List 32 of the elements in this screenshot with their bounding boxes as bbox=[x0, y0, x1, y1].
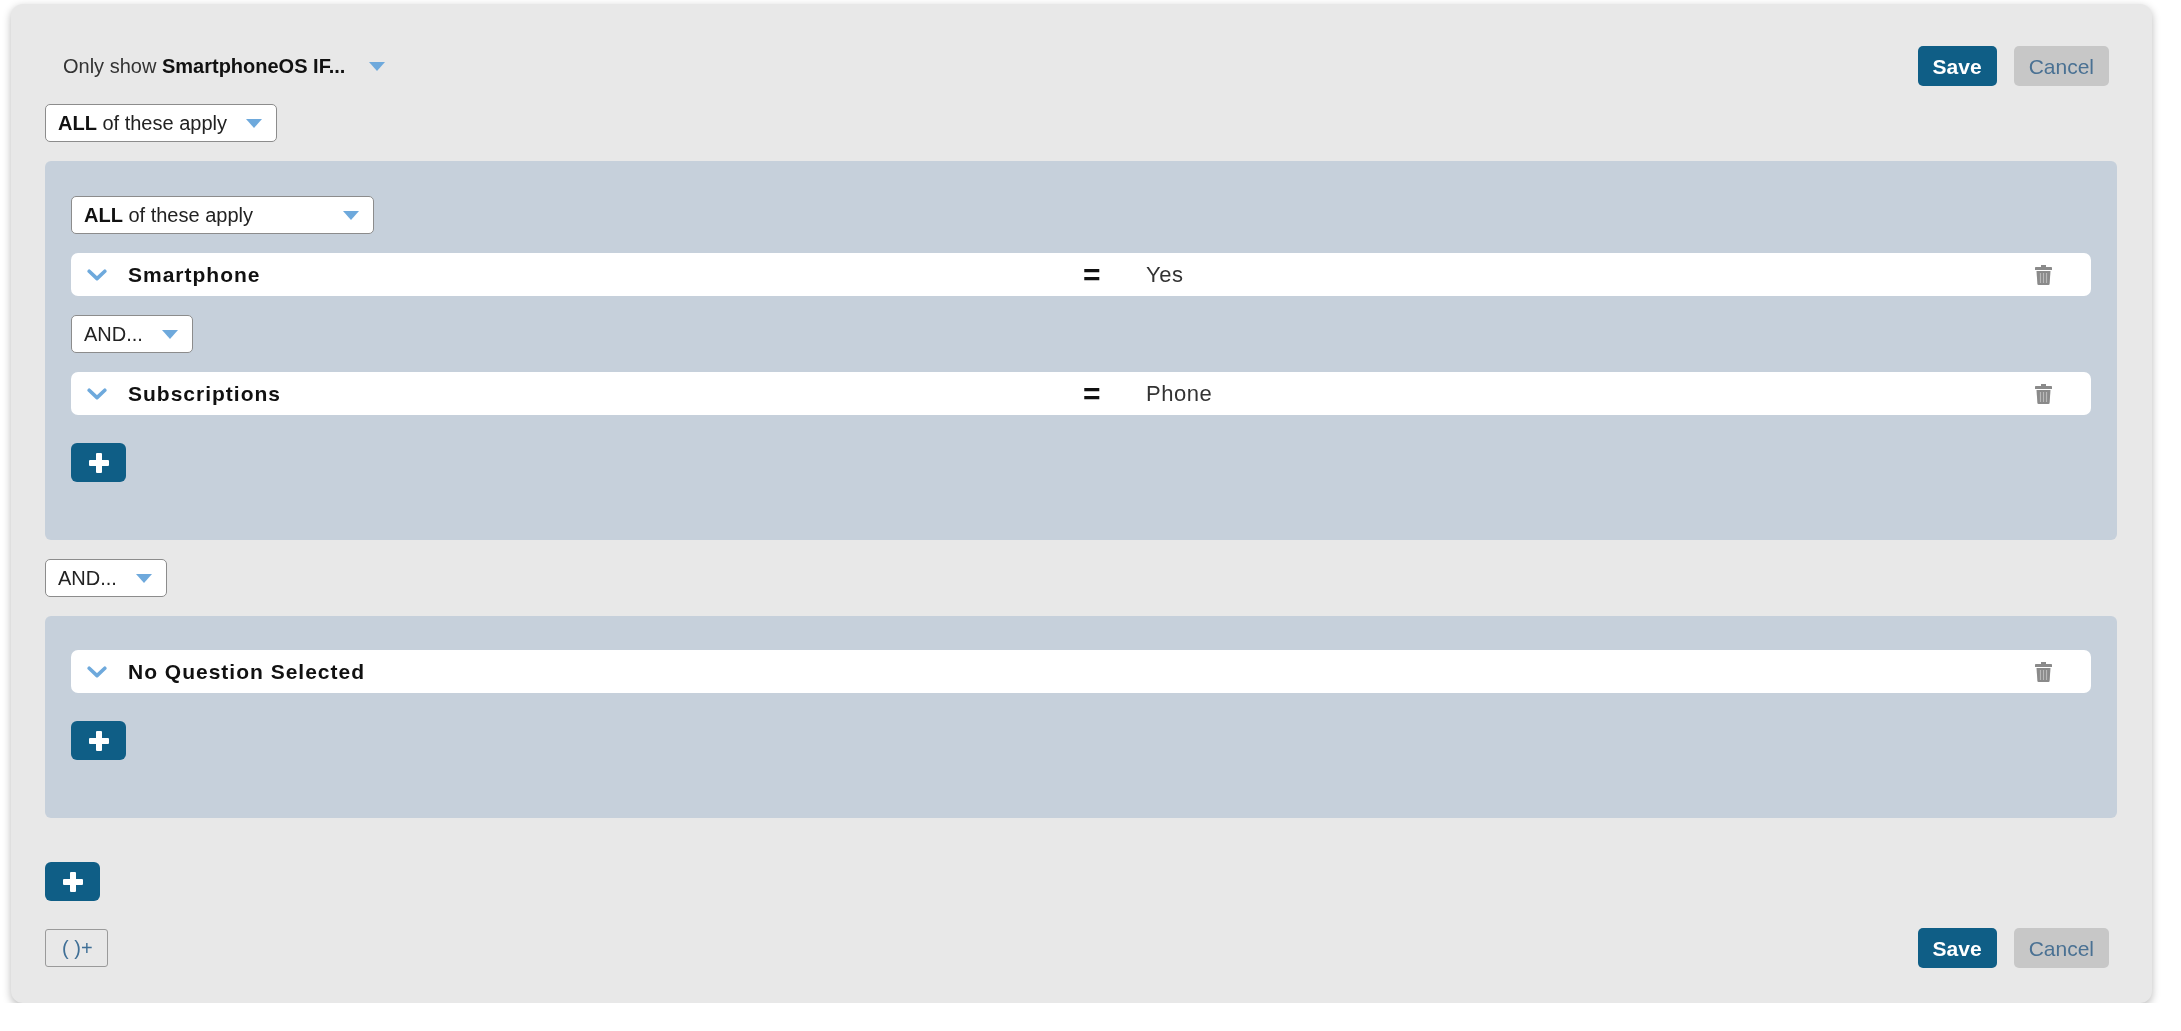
match-dropdown[interactable]: ALL of these apply bbox=[45, 104, 277, 142]
plus-icon bbox=[62, 871, 83, 892]
chevron-down-icon[interactable] bbox=[87, 387, 107, 400]
chevron-down-icon[interactable] bbox=[87, 268, 107, 281]
add-button[interactable] bbox=[45, 862, 100, 901]
answer-label: Phone bbox=[1146, 380, 1213, 408]
save-button[interactable]: Save bbox=[1917, 46, 1997, 86]
caret-icon bbox=[161, 329, 178, 339]
question-label: No Question Selected bbox=[128, 658, 366, 685]
save-button[interactable]: Save bbox=[1917, 928, 1997, 968]
caret-icon bbox=[343, 210, 359, 220]
plus-icon bbox=[88, 452, 109, 473]
operator-label: = bbox=[1083, 259, 1101, 290]
trash-icon[interactable] bbox=[2035, 661, 2052, 682]
add-button[interactable] bbox=[71, 721, 126, 760]
answer-label: Yes bbox=[1146, 261, 1184, 289]
condition-dropdown[interactable]: Only show SmartphoneOS IF... bbox=[63, 56, 386, 76]
chevron-down-icon[interactable] bbox=[87, 665, 107, 678]
caret-icon bbox=[246, 118, 262, 128]
question-label: Subscriptions bbox=[128, 380, 282, 407]
trash-icon[interactable] bbox=[2035, 264, 2052, 285]
connector-dropdown[interactable]: AND... bbox=[71, 315, 193, 353]
add-button[interactable] bbox=[71, 443, 126, 482]
operator-label: = bbox=[1083, 378, 1101, 409]
caret-icon bbox=[369, 61, 386, 71]
add-bracket-button[interactable]: ( )+ bbox=[45, 929, 108, 967]
caret-icon bbox=[135, 573, 152, 583]
match-dropdown[interactable]: ALL of these apply bbox=[71, 196, 374, 234]
plus-icon bbox=[88, 730, 109, 751]
trash-icon[interactable] bbox=[2035, 383, 2052, 404]
connector-dropdown[interactable]: AND... bbox=[45, 559, 167, 597]
question-label: Smartphone bbox=[128, 261, 261, 288]
